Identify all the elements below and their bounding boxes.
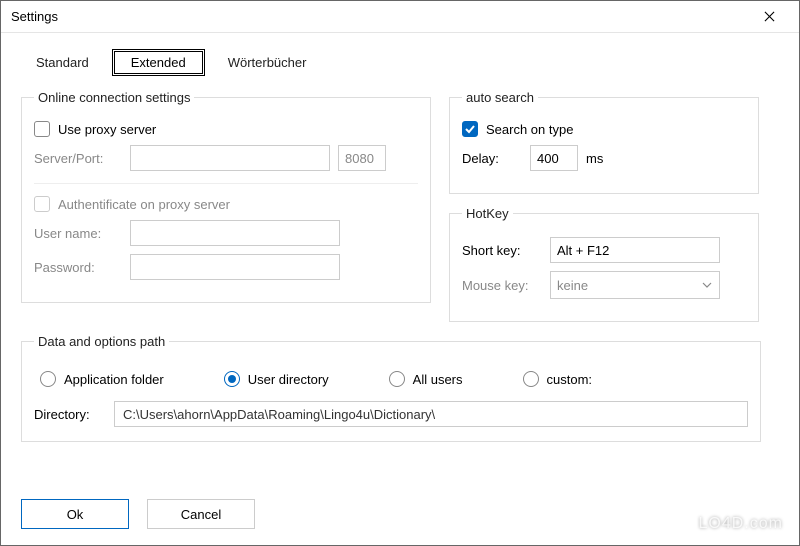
tabstrip: Standard Extended Wörterbücher — [21, 49, 779, 76]
radio-application-folder[interactable] — [40, 371, 56, 387]
mouse-key-label: Mouse key: — [462, 278, 542, 293]
online-connection-group: Online connection settings Use proxy ser… — [21, 90, 431, 303]
password-row: Password: — [34, 254, 418, 280]
cancel-button[interactable]: Cancel — [147, 499, 255, 529]
chevron-down-icon — [701, 279, 713, 291]
delay-label: Delay: — [462, 151, 522, 166]
delay-input[interactable] — [530, 145, 578, 171]
server-port-label: Server/Port: — [34, 151, 122, 166]
ok-button[interactable]: Ok — [21, 499, 129, 529]
port-input[interactable] — [338, 145, 386, 171]
radio-application-folder-wrap[interactable]: Application folder — [40, 371, 164, 387]
watermark: LO4D.com — [699, 515, 783, 533]
tab-standard[interactable]: Standard — [21, 49, 104, 76]
radio-all-users[interactable] — [389, 371, 405, 387]
right-column: auto search Search on type Delay: ms — [449, 90, 759, 334]
datapath-legend: Data and options path — [34, 334, 169, 349]
radio-user-directory-wrap[interactable]: User directory — [224, 371, 329, 387]
directory-row: Directory: C:\Users\ahorn\AppData\Roamin… — [34, 401, 748, 427]
password-label: Password: — [34, 260, 122, 275]
tab-standard-label: Standard — [36, 55, 89, 70]
radio-all-users-label: All users — [413, 372, 463, 387]
content-area: Standard Extended Wörterbücher Online co… — [1, 33, 799, 545]
auth-proxy-row: Authentificate on proxy server — [34, 196, 418, 212]
online-connection-legend: Online connection settings — [34, 90, 194, 105]
titlebar: Settings — [1, 1, 799, 33]
search-on-type-checkbox[interactable] — [462, 121, 478, 137]
directory-value: C:\Users\ahorn\AppData\Roaming\Lingo4u\D… — [123, 407, 435, 422]
use-proxy-row: Use proxy server — [34, 121, 418, 137]
use-proxy-label: Use proxy server — [58, 122, 156, 137]
tab-worterbucher-label: Wörterbücher — [228, 55, 307, 70]
password-input[interactable] — [130, 254, 340, 280]
server-port-row: Server/Port: — [34, 145, 418, 171]
radio-custom[interactable] — [523, 371, 539, 387]
directory-input[interactable]: C:\Users\ahorn\AppData\Roaming\Lingo4u\D… — [114, 401, 748, 427]
radio-custom-wrap[interactable]: custom: — [523, 371, 593, 387]
left-column: Online connection settings Use proxy ser… — [21, 90, 431, 334]
delay-unit: ms — [586, 151, 603, 166]
short-key-label: Short key: — [462, 243, 542, 258]
cancel-button-label: Cancel — [181, 507, 221, 522]
username-row: User name: — [34, 220, 418, 246]
datapath-radios: Application folder User directory All us… — [40, 371, 748, 387]
radio-all-users-wrap[interactable]: All users — [389, 371, 463, 387]
tab-extended-label: Extended — [131, 55, 186, 70]
directory-label: Directory: — [34, 407, 104, 422]
radio-user-directory[interactable] — [224, 371, 240, 387]
auth-proxy-label: Authentificate on proxy server — [58, 197, 230, 212]
use-proxy-checkbox[interactable] — [34, 121, 50, 137]
ok-button-label: Ok — [67, 507, 84, 522]
separator — [34, 183, 418, 184]
search-on-type-row: Search on type — [462, 121, 746, 137]
hotkey-legend: HotKey — [462, 206, 513, 221]
dialog-buttons: Ok Cancel — [21, 499, 255, 529]
search-on-type-label: Search on type — [486, 122, 573, 137]
radio-application-folder-label: Application folder — [64, 372, 164, 387]
username-label: User name: — [34, 226, 122, 241]
window-title: Settings — [11, 9, 749, 24]
short-key-row: Short key: — [462, 237, 746, 263]
settings-window: Settings Standard Extended Wörterbücher … — [0, 0, 800, 546]
tab-worterbucher[interactable]: Wörterbücher — [213, 49, 322, 76]
delay-row: Delay: ms — [462, 145, 746, 171]
autosearch-group: auto search Search on type Delay: ms — [449, 90, 759, 194]
tab-extended[interactable]: Extended — [112, 49, 205, 76]
datapath-group: Data and options path Application folder… — [21, 334, 761, 442]
short-key-input[interactable] — [550, 237, 720, 263]
upper-groups: Online connection settings Use proxy ser… — [21, 90, 779, 334]
mouse-key-value: keine — [557, 278, 588, 293]
close-icon[interactable] — [749, 9, 789, 25]
mouse-key-row: Mouse key: keine — [462, 271, 746, 299]
server-input[interactable] — [130, 145, 330, 171]
username-input[interactable] — [130, 220, 340, 246]
hotkey-group: HotKey Short key: Mouse key: keine — [449, 206, 759, 322]
auth-proxy-checkbox[interactable] — [34, 196, 50, 212]
autosearch-legend: auto search — [462, 90, 538, 105]
radio-user-directory-label: User directory — [248, 372, 329, 387]
radio-custom-label: custom: — [547, 372, 593, 387]
mouse-key-select[interactable]: keine — [550, 271, 720, 299]
